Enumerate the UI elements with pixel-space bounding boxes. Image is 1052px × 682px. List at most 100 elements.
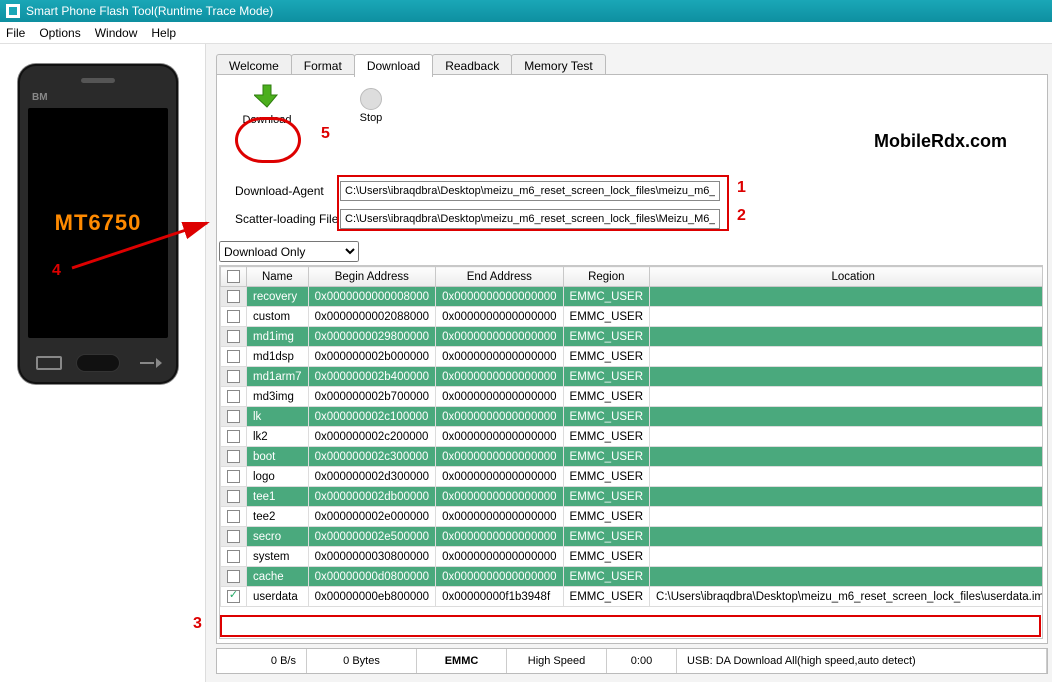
col-begin[interactable]: Begin Address	[308, 267, 435, 287]
col-end[interactable]: End Address	[436, 267, 563, 287]
menu-window[interactable]: Window	[95, 26, 138, 40]
cell-region: EMMC_USER	[563, 327, 649, 347]
cell-name: cache	[247, 567, 309, 587]
download-mode-dropdown[interactable]: Download Only	[219, 241, 359, 262]
table-row[interactable]: md3img0x000000002b7000000x00000000000000…	[221, 387, 1044, 407]
phone-back-button-icon	[140, 356, 160, 370]
row-checkbox[interactable]	[227, 490, 240, 503]
row-checkbox[interactable]	[227, 370, 240, 383]
cell-location	[650, 487, 1043, 507]
phone-brand-label: BM	[32, 92, 48, 103]
cell-name: userdata	[247, 587, 309, 607]
cell-region: EMMC_USER	[563, 507, 649, 527]
cell-begin: 0x000000002b000000	[308, 347, 435, 367]
row-checkbox[interactable]	[227, 310, 240, 323]
cell-region: EMMC_USER	[563, 587, 649, 607]
table-row[interactable]: recovery0x00000000000080000x000000000000…	[221, 287, 1044, 307]
phone-home-button-icon	[76, 354, 120, 372]
cell-name: secro	[247, 527, 309, 547]
row-checkbox[interactable]	[227, 450, 240, 463]
row-checkbox[interactable]	[227, 350, 240, 363]
download-mode-dropdown-wrap: Download Only	[219, 241, 359, 262]
tab-body: Download Stop 5 MobileRdx.com Download-A…	[216, 74, 1048, 644]
row-checkbox[interactable]	[227, 510, 240, 523]
table-row[interactable]: md1dsp0x000000002b0000000x00000000000000…	[221, 347, 1044, 367]
cell-end: 0x0000000000000000	[436, 287, 563, 307]
cell-end: 0x0000000000000000	[436, 447, 563, 467]
menu-options[interactable]: Options	[39, 26, 80, 40]
table-row[interactable]: md1img0x00000000298000000x00000000000000…	[221, 327, 1044, 347]
row-checkbox[interactable]	[227, 290, 240, 303]
header-checkbox[interactable]	[227, 270, 240, 283]
table-row[interactable]: tee10x000000002db000000x0000000000000000…	[221, 487, 1044, 507]
cell-end: 0x0000000000000000	[436, 407, 563, 427]
table-row[interactable]: tee20x000000002e0000000x0000000000000000…	[221, 507, 1044, 527]
table-row[interactable]: cache0x00000000d08000000x000000000000000…	[221, 567, 1044, 587]
cell-end: 0x00000000f1b3948f	[436, 587, 563, 607]
cell-end: 0x0000000000000000	[436, 327, 563, 347]
table-row[interactable]: lk0x000000002c1000000x0000000000000000EM…	[221, 407, 1044, 427]
table-row[interactable]: system0x00000000308000000x00000000000000…	[221, 547, 1044, 567]
cell-location	[650, 407, 1043, 427]
row-checkbox[interactable]	[227, 590, 240, 603]
cell-location	[650, 287, 1043, 307]
table-row[interactable]: logo0x000000002d3000000x0000000000000000…	[221, 467, 1044, 487]
row-checkbox[interactable]	[227, 410, 240, 423]
menu-file[interactable]: File	[6, 26, 25, 40]
tab-download[interactable]: Download	[354, 54, 433, 77]
phone-menu-button-icon	[36, 356, 62, 370]
cell-name: system	[247, 547, 309, 567]
cell-name: md3img	[247, 387, 309, 407]
cell-name: md1dsp	[247, 347, 309, 367]
phone-mockup: BM MT6750	[18, 64, 178, 384]
cell-name: custom	[247, 307, 309, 327]
table-row[interactable]: userdata0x00000000eb8000000x00000000f1b3…	[221, 587, 1044, 607]
cell-location	[650, 447, 1043, 467]
status-storage: EMMC	[417, 649, 507, 673]
row-checkbox[interactable]	[227, 390, 240, 403]
cell-begin: 0x0000000000008000	[308, 287, 435, 307]
table-row[interactable]: secro0x000000002e5000000x000000000000000…	[221, 527, 1044, 547]
cell-region: EMMC_USER	[563, 287, 649, 307]
cell-begin: 0x0000000030800000	[308, 547, 435, 567]
cell-begin: 0x000000002b400000	[308, 367, 435, 387]
cell-region: EMMC_USER	[563, 487, 649, 507]
col-name[interactable]: Name	[247, 267, 309, 287]
cell-location	[650, 347, 1043, 367]
cell-location	[650, 427, 1043, 447]
table-row[interactable]: boot0x000000002c3000000x0000000000000000…	[221, 447, 1044, 467]
table-header: Name Begin Address End Address Region Lo…	[221, 267, 1044, 287]
annotation-ring-download	[235, 117, 301, 163]
cell-region: EMMC_USER	[563, 367, 649, 387]
status-usb: USB: DA Download All(high speed,auto det…	[677, 649, 1047, 673]
cell-location	[650, 307, 1043, 327]
col-region[interactable]: Region	[563, 267, 649, 287]
menubar: File Options Window Help	[0, 22, 1052, 44]
cell-end: 0x0000000000000000	[436, 487, 563, 507]
cell-region: EMMC_USER	[563, 567, 649, 587]
cell-begin: 0x000000002c200000	[308, 427, 435, 447]
stop-button[interactable]: Stop	[339, 86, 403, 124]
row-checkbox[interactable]	[227, 530, 240, 543]
status-speed: High Speed	[507, 649, 607, 673]
cell-region: EMMC_USER	[563, 407, 649, 427]
status-bps: 0 B/s	[217, 649, 307, 673]
row-checkbox[interactable]	[227, 550, 240, 563]
table-row[interactable]: custom0x00000000020880000x00000000000000…	[221, 307, 1044, 327]
cell-name: lk	[247, 407, 309, 427]
table-row[interactable]: md1arm70x000000002b4000000x0000000000000…	[221, 367, 1044, 387]
menu-help[interactable]: Help	[151, 26, 176, 40]
col-location[interactable]: Location	[650, 267, 1043, 287]
partition-table[interactable]: Name Begin Address End Address Region Lo…	[219, 265, 1043, 639]
table-row[interactable]: lk20x000000002c2000000x0000000000000000E…	[221, 427, 1044, 447]
cell-begin: 0x00000000eb800000	[308, 587, 435, 607]
cell-end: 0x0000000000000000	[436, 387, 563, 407]
cell-location: C:\Users\ibraqdbra\Desktop\meizu_m6_rese…	[650, 587, 1043, 607]
cell-end: 0x0000000000000000	[436, 347, 563, 367]
row-checkbox[interactable]	[227, 330, 240, 343]
cell-end: 0x0000000000000000	[436, 307, 563, 327]
phone-speaker	[81, 78, 115, 83]
row-checkbox[interactable]	[227, 570, 240, 583]
row-checkbox[interactable]	[227, 470, 240, 483]
row-checkbox[interactable]	[227, 430, 240, 443]
